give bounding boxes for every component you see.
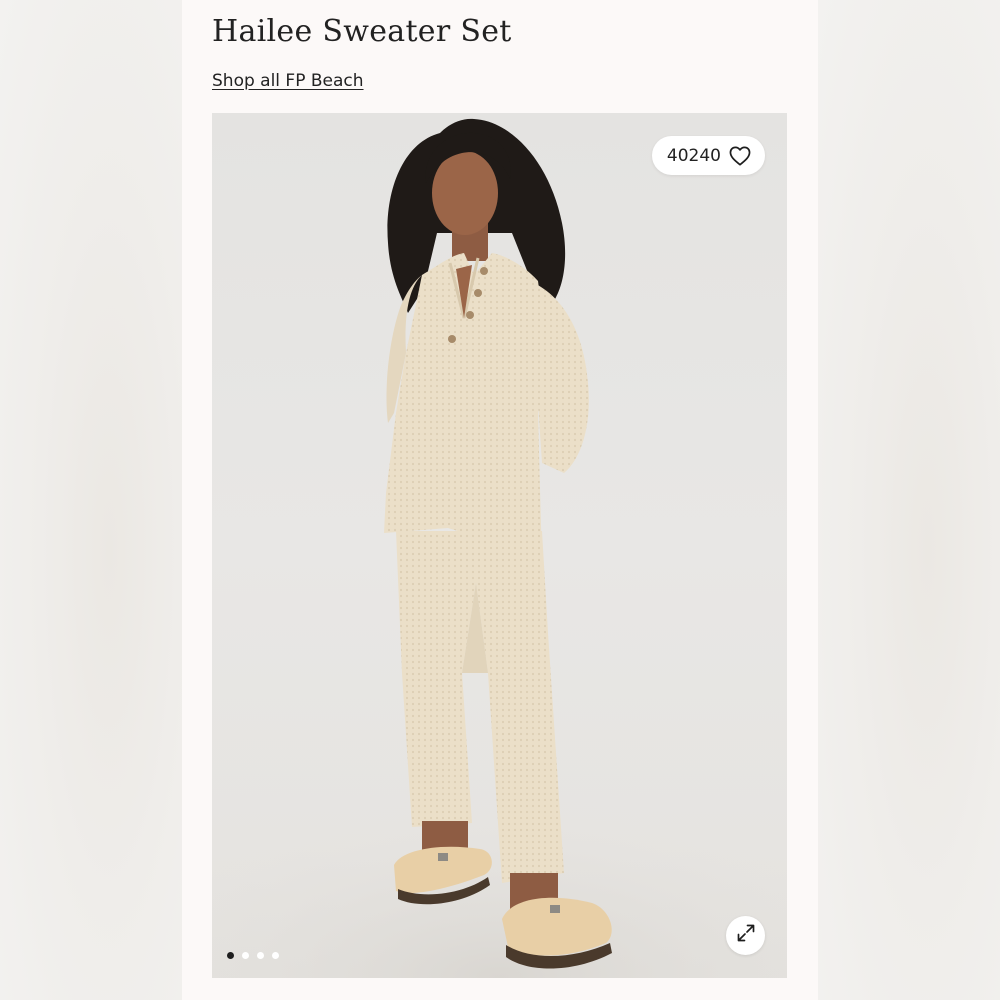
slide-dot[interactable] — [242, 952, 249, 959]
slide-dot-active[interactable] — [227, 952, 234, 959]
expand-image-button[interactable] — [726, 916, 765, 955]
product-image-gallery[interactable]: 40240 — [212, 113, 787, 978]
slide-indicator — [227, 952, 279, 959]
product-photo — [212, 118, 787, 978]
expand-arrows-icon — [736, 923, 756, 948]
heart-outline-icon — [729, 146, 751, 166]
right-blurred-background — [818, 0, 1000, 1000]
favorite-count: 40240 — [666, 145, 721, 166]
product-title: Hailee Sweater Set — [212, 14, 512, 49]
slide-dot[interactable] — [257, 952, 264, 959]
shop-all-link[interactable]: Shop all FP Beach — [212, 71, 364, 91]
slide-dot[interactable] — [272, 952, 279, 959]
left-blurred-background — [0, 0, 182, 1000]
favorite-button[interactable]: 40240 — [651, 136, 765, 175]
product-card: Hailee Sweater Set Shop all FP Beach 402… — [182, 0, 818, 1000]
